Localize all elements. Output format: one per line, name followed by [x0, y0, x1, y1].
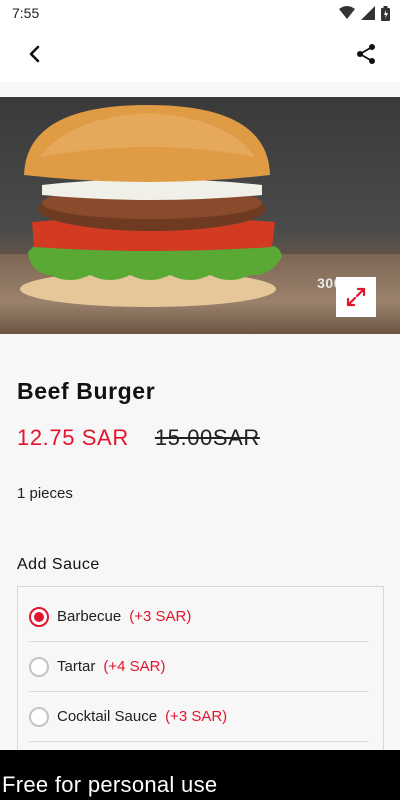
- price-row: 12.75 SAR 15.00SAR: [17, 425, 260, 451]
- sauce-option-extra: (+4 SAR): [103, 658, 166, 675]
- wifi-icon: [339, 6, 355, 19]
- back-button[interactable]: [18, 38, 50, 70]
- expand-icon: [346, 287, 366, 307]
- sauce-option-extra: (+3 SAR): [165, 708, 228, 725]
- pieces-count: 1 pieces: [17, 485, 73, 502]
- sauce-options-list: Barbecue (+3 SAR) Tartar (+4 SAR) Cockta…: [17, 586, 384, 766]
- share-icon: [357, 44, 375, 64]
- product-title: Beef Burger: [17, 378, 156, 404]
- current-price: 12.75 SAR: [17, 425, 129, 450]
- burger-illustration: [20, 105, 282, 307]
- watermark-text: Free for personal use: [2, 772, 218, 797]
- share-button[interactable]: [350, 38, 382, 70]
- radio-unselected-icon[interactable]: [29, 656, 49, 677]
- status-icons: [339, 5, 390, 21]
- sauce-option-label: Tartar: [57, 658, 96, 675]
- sauce-option-tartar[interactable]: Tartar (+4 SAR): [29, 642, 369, 692]
- battery-icon: [381, 5, 390, 21]
- back-arrow-icon: [29, 45, 40, 63]
- sauce-option-label: Cocktail Sauce: [57, 708, 158, 725]
- sauce-option-barbecue[interactable]: Barbecue (+3 SAR): [29, 592, 369, 642]
- expand-image-button[interactable]: [336, 277, 376, 317]
- cell-signal-icon: [361, 6, 375, 20]
- status-time: 7:55: [12, 5, 40, 21]
- app-bar: [0, 26, 400, 82]
- sauce-option-cocktail[interactable]: Cocktail Sauce (+3 SAR): [29, 692, 369, 742]
- radio-unselected-icon[interactable]: [29, 706, 49, 727]
- status-bar: 7:55: [0, 0, 400, 26]
- sauce-option-label: Barbecue: [57, 608, 122, 625]
- sauce-option-extra: (+3 SAR): [129, 608, 192, 625]
- radio-selected-icon[interactable]: [29, 606, 49, 627]
- sauce-section-title: Add Sauce: [17, 556, 100, 573]
- original-price: 15.00SAR: [154, 425, 260, 450]
